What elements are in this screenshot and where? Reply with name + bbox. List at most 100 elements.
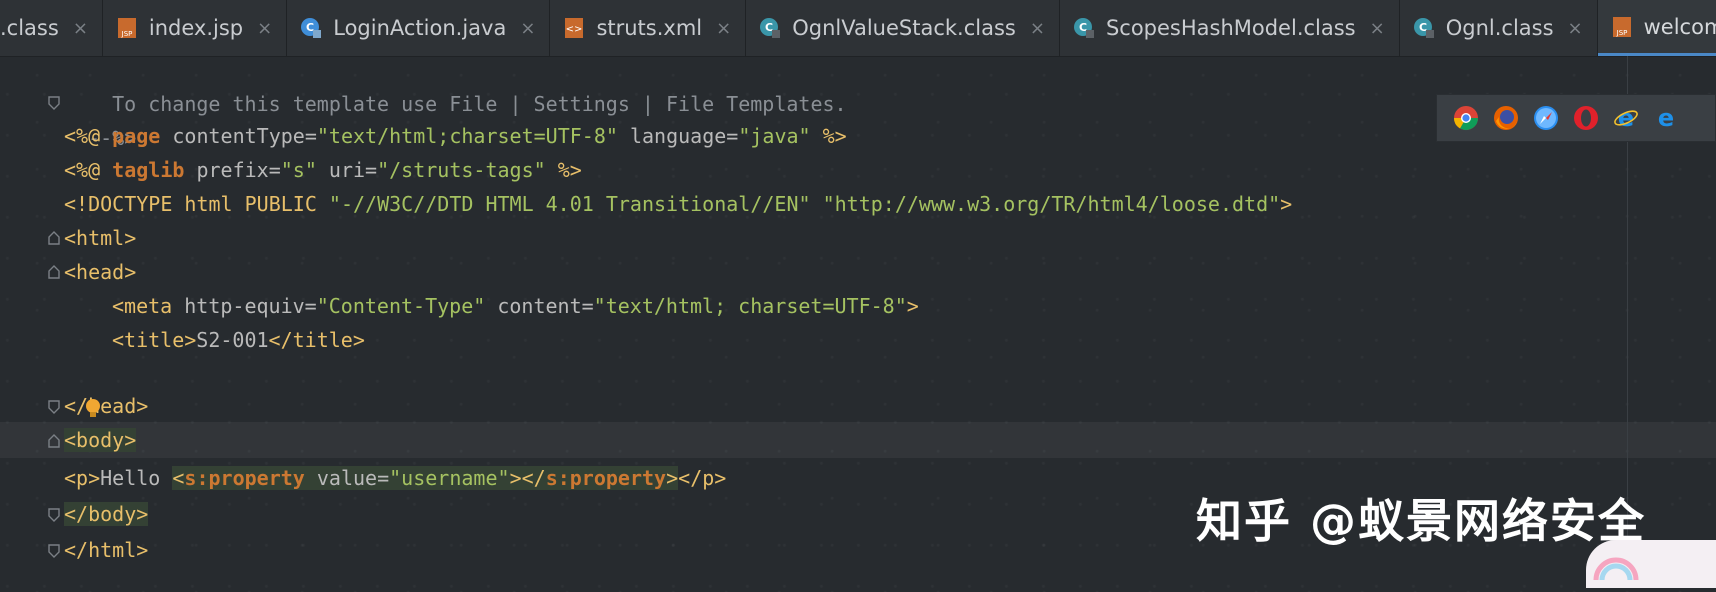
code-line-11[interactable]: <body>	[64, 422, 137, 458]
edge-icon[interactable]: e	[1653, 105, 1679, 131]
tag-bracket: <	[172, 466, 185, 490]
tag-bracket: >	[666, 466, 679, 490]
svg-text:C: C	[306, 21, 314, 34]
attr-value: "/struts-tags"	[377, 158, 546, 182]
class-file-icon: C	[1073, 18, 1094, 38]
body-open-tag: <body>	[64, 428, 137, 452]
code-line-7[interactable]: <head>	[64, 254, 136, 290]
p-text: Hello	[100, 466, 173, 490]
body-close-tag: </body>	[64, 502, 149, 526]
attr-value: "s"	[280, 158, 317, 182]
class-file-icon: C	[1413, 18, 1434, 38]
class-file-icon: C	[760, 18, 781, 38]
directive-keyword: page	[112, 124, 161, 148]
title-open-tag: <title>	[112, 328, 197, 352]
doctype-system-id: "http://www.w3.org/TR/html4/loose.dtd"	[822, 192, 1281, 216]
close-icon[interactable]: ×	[520, 18, 535, 39]
code-line-5[interactable]: <!DOCTYPE html PUBLIC "-//W3C//DTD HTML …	[64, 186, 1292, 222]
head-close-tag: </head>	[64, 394, 149, 418]
html-open-tag: <html>	[64, 226, 137, 250]
directive-close: %>	[545, 158, 582, 182]
attr-name: content=	[485, 294, 594, 318]
attr-name: language=	[617, 124, 739, 148]
jsp-file-icon: JSP	[1612, 16, 1631, 37]
svg-text:JSP: JSP	[1615, 29, 1627, 37]
tab-struts-xml[interactable]: <> struts.xml ×	[550, 0, 747, 56]
tab-loginaction-java[interactable]: C LoginAction.java ×	[287, 0, 551, 56]
tab-welcome-jsp[interactable]: JSPwelcome.jsp×	[1597, 0, 1716, 56]
directive-open: <%@	[64, 158, 113, 182]
fold-start-icon[interactable]	[48, 434, 60, 448]
fold-end-icon[interactable]	[48, 400, 60, 414]
code-line-4[interactable]: <%@ taglib prefix="s" uri="/struts-tags"…	[64, 152, 582, 188]
code-line-2[interactable]: --%>	[64, 84, 136, 150]
code-line-8[interactable]: <meta http-equiv="Content-Type" content=…	[112, 288, 919, 324]
code-line-1[interactable]: To change this template use File | Setti…	[88, 50, 847, 116]
tab-label: ScopesHashModel.class	[1105, 16, 1356, 40]
fold-start-icon[interactable]	[48, 265, 60, 279]
doctype-public-id: "-//W3C//DTD HTML 4.01 Transitional//EN"	[328, 192, 811, 216]
title-text: S2-001	[196, 328, 269, 352]
jsp-file-icon: JSP	[117, 18, 136, 38]
code-line-9[interactable]: <title>S2-001</title>	[112, 322, 365, 358]
html-close-tag: </html>	[64, 538, 149, 562]
opera-icon[interactable]	[1573, 105, 1599, 131]
tab-index-jsp[interactable]: JSP index.jsp ×	[103, 0, 288, 56]
comment-text: To change this template use File | Setti…	[112, 92, 847, 116]
code-line-13[interactable]: </body>	[64, 496, 149, 532]
close-icon[interactable]: ×	[257, 18, 272, 39]
p-open-tag: <p>	[64, 466, 101, 490]
close-icon[interactable]: ×	[716, 18, 731, 39]
browser-preview-bar: e e	[1436, 94, 1716, 142]
fold-end-icon[interactable]	[48, 508, 60, 522]
close-icon[interactable]: ×	[73, 18, 88, 39]
attr-name: http-equiv=	[172, 294, 317, 318]
meta-tag-close: >	[906, 294, 919, 318]
tab-ognl-class[interactable]: C Ognl.class ×	[1400, 0, 1598, 56]
code-line-14[interactable]: </html>	[64, 532, 148, 568]
editor-tab-bar: .class × JSP index.jsp × C LoginAction.java × <>…	[0, 0, 1716, 57]
directive-open: <%@	[64, 124, 113, 148]
tab-class[interactable]: .class ×	[0, 0, 103, 56]
close-icon[interactable]: ×	[1370, 18, 1385, 39]
directive-close: %>	[810, 124, 847, 148]
svg-text:e: e	[1658, 105, 1674, 131]
fold-end-icon[interactable]	[48, 544, 60, 558]
tab-ognlvaluestack-class[interactable]: C OgnlValueStack.class ×	[746, 0, 1060, 56]
close-icon[interactable]: ×	[1568, 18, 1583, 39]
sticker-decoration	[1586, 540, 1716, 588]
fold-end-icon[interactable]	[48, 96, 60, 110]
tab-label: index.jsp	[148, 16, 244, 40]
firefox-icon[interactable]	[1493, 105, 1519, 131]
tab-label: Ognl.class	[1445, 16, 1554, 40]
tab-label: OgnlValueStack.class	[792, 16, 1016, 40]
tab-scopeshashmodel-class[interactable]: C ScopesHashModel.class ×	[1060, 0, 1400, 56]
attr-value: "text/html; charset=UTF-8"	[593, 294, 907, 318]
code-line-3[interactable]: <%@ page contentType="text/html;charset=…	[64, 118, 847, 154]
attr-value: "text/html;charset=UTF-8"	[316, 124, 618, 148]
svg-text:<>: <>	[566, 24, 583, 35]
chrome-icon[interactable]	[1453, 105, 1479, 131]
code-line-12[interactable]: <p>Hello <s:property value="username"></…	[64, 460, 726, 496]
svg-text:C: C	[1419, 21, 1427, 34]
tag-bracket: ></	[509, 466, 546, 490]
svg-text:e: e	[1618, 105, 1634, 131]
intention-bulb-icon[interactable]	[84, 398, 102, 420]
attr-name: contentType=	[160, 124, 317, 148]
fold-start-icon[interactable]	[48, 231, 60, 245]
rainbow-sticker-icon	[1593, 557, 1639, 581]
meta-tag-open: <meta	[112, 294, 173, 318]
attr-value: "Content-Type"	[316, 294, 486, 318]
code-line-10[interactable]: </head>	[64, 388, 148, 424]
title-close-tag: </title>	[268, 328, 365, 352]
attr-name: prefix=	[184, 158, 281, 182]
tab-label: .class	[0, 16, 59, 40]
s-property-tag: s:property	[184, 466, 305, 490]
safari-icon[interactable]	[1533, 105, 1559, 131]
code-line-6[interactable]: <html>	[64, 220, 136, 256]
doctype-close: >	[1280, 192, 1293, 216]
svg-text:C: C	[1079, 21, 1087, 34]
close-icon[interactable]: ×	[1030, 18, 1045, 39]
attr-name: uri=	[316, 158, 378, 182]
ie-icon[interactable]: e	[1613, 105, 1639, 131]
